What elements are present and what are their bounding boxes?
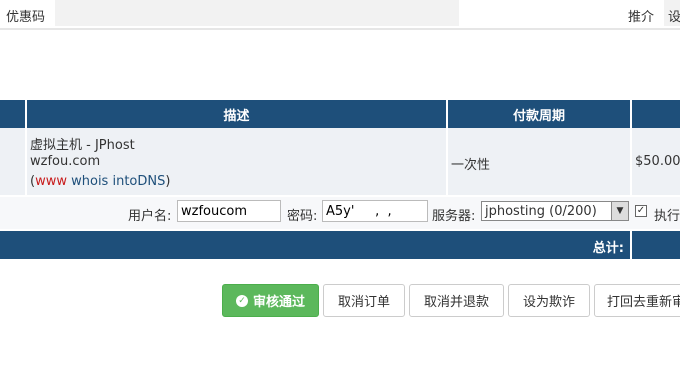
approve-button-label: 审核通过 [252,295,305,310]
domain-links: (www whois intoDNS) [30,174,170,189]
referral-label: 推介 [628,10,655,25]
divider [0,28,680,30]
service-domain: wzfou.com [30,154,101,169]
whois-link[interactable]: whois [71,174,108,189]
chevron-down-icon[interactable]: ▼ [611,202,628,220]
links-close-paren: ) [165,174,171,189]
total-amount-cell [632,231,680,259]
table-cell [0,128,25,195]
credentials-row: 用户名: 密码: 服务器: jphosting (0/200) ▼ ✓ 执行 [0,197,680,229]
table-header-amount [632,100,680,128]
table-cell-billing-cycle: 一次性 [448,128,630,195]
www-link[interactable]: www [35,174,67,189]
table-header-description: 描述 [27,100,446,128]
billing-cycle-value: 一次性 [451,158,491,173]
execute-label: 执行 [654,209,680,224]
service-name: 虚拟主机 - JPhost [30,138,135,153]
table-cell-amount: $50.00 [632,128,680,195]
check-circle-icon: ✓ [235,294,248,307]
cancel-order-button[interactable]: 取消订单 [323,284,405,317]
username-label: 用户名: [128,209,172,224]
promo-code-label: 优惠码 [6,10,46,25]
approve-button[interactable]: ✓ 审核通过 [222,284,319,317]
intodns-link[interactable]: intoDNS [112,174,165,189]
total-label: 总计: [592,241,624,256]
username-input[interactable] [177,200,281,222]
execute-checkbox[interactable]: ✓ [635,205,647,217]
password-input[interactable] [322,200,428,222]
promo-code-field[interactable] [55,0,459,26]
table-cell-description: 虚拟主机 - JPhost wzfou.com (www whois intoD… [27,128,446,195]
amount-value: $50.00 [635,154,680,169]
server-select-value: jphosting (0/200) [485,204,597,219]
total-bar: 总计: [0,231,630,259]
table-header-billing-cycle: 付款周期 [448,100,630,128]
referral-field[interactable]: 设 [664,0,680,26]
table-header-cell [0,100,25,128]
set-fraud-button[interactable]: 设为欺诈 [508,284,590,317]
referral-value: 设 [668,10,680,25]
cancel-refund-button[interactable]: 取消并退款 [409,284,504,317]
server-label: 服务器: [432,209,476,224]
return-pending-button[interactable]: 打回去重新审 [594,284,680,317]
server-select[interactable]: jphosting (0/200) ▼ [481,201,629,221]
password-label: 密码: [287,209,318,224]
